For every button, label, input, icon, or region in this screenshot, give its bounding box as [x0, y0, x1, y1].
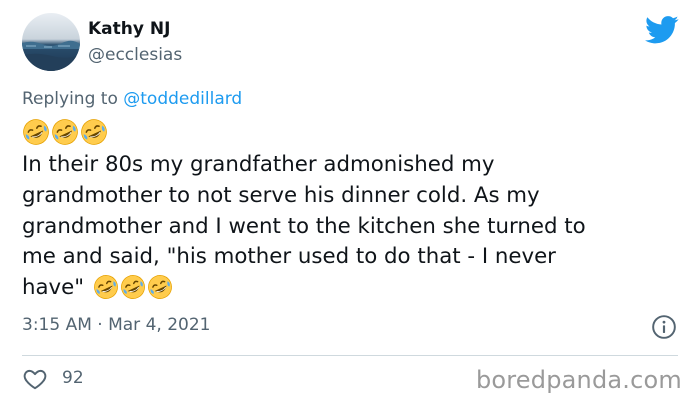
- rofl-emoji-icon: [147, 274, 173, 300]
- replying-to-line: Replying to @toddedillard: [22, 89, 242, 109]
- rofl-emoji-icon: [22, 118, 50, 146]
- watermark: boredpanda.com: [475, 366, 682, 394]
- display-name[interactable]: Kathy NJ: [88, 19, 170, 39]
- heart-icon[interactable]: [22, 366, 48, 392]
- tweet-text-line: In their 80s my grandfather admonished m…: [22, 152, 495, 177]
- divider: [22, 355, 678, 356]
- emoji-row: [22, 118, 108, 146]
- tweet-text-line: have": [22, 275, 85, 301]
- tweet-timestamp[interactable]: 3:15 AM · Mar 4, 2021: [22, 315, 210, 335]
- rofl-emoji-icon: [93, 274, 119, 300]
- inline-emoji-group: [93, 274, 173, 300]
- tweet-text: In their 80s my grandfather admonished m…: [22, 150, 682, 304]
- tweet-text-line: grandmother to not serve his dinner cold…: [22, 182, 540, 208]
- rofl-emoji-icon: [80, 118, 108, 146]
- like-count: 92: [62, 368, 84, 388]
- info-icon[interactable]: [651, 314, 677, 340]
- twitter-bird-icon[interactable]: [645, 15, 679, 45]
- tweet-text-line: me and said, "his mother used to do that…: [22, 244, 556, 270]
- tweet-text-line-last: have": [22, 273, 682, 304]
- rofl-emoji-icon: [51, 118, 79, 146]
- avatar[interactable]: [22, 13, 80, 71]
- tweet-text-line: grandmother and I went to the kitchen sh…: [22, 213, 586, 239]
- replying-to-label: Replying to: [22, 89, 118, 109]
- user-handle[interactable]: @ecclesias: [88, 45, 182, 65]
- mention-link[interactable]: @toddedillard: [123, 89, 242, 109]
- rofl-emoji-icon: [120, 274, 146, 300]
